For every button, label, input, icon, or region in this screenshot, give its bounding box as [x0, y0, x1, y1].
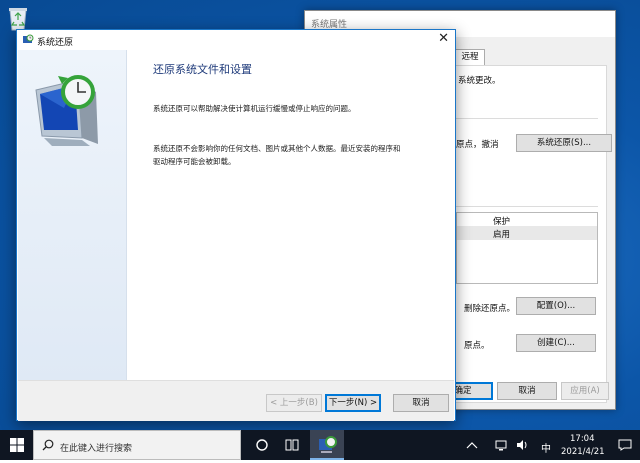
undo-text: 原点，撤消 — [456, 140, 499, 150]
list-header: 保护 — [457, 213, 597, 227]
cancel-button[interactable]: 取消 — [497, 382, 557, 400]
recycle-bin-icon[interactable] — [4, 2, 32, 32]
cancel-button[interactable]: 取消 — [393, 394, 449, 412]
notice-text-line1: 系统还原不会影响你的任何文档、图片或其他个人数据。最近安装的程序和 — [153, 144, 401, 153]
system-restore-app-icon — [319, 436, 337, 453]
protection-list[interactable]: 保护 启用 — [456, 212, 598, 284]
ime-indicator[interactable]: 中 — [541, 440, 551, 455]
back-button[interactable]: < 上一步(B) — [266, 394, 322, 412]
clock-time[interactable]: 17:04 — [570, 434, 595, 444]
circle-icon — [256, 439, 268, 451]
list-row[interactable]: 启用 — [457, 226, 597, 240]
description-text: 系统还原可以帮助解决使计算机运行缓慢或停止响应的问题。 — [153, 104, 356, 113]
clock-date[interactable]: 2021/4/21 — [561, 447, 605, 457]
task-view-button[interactable] — [278, 430, 306, 460]
close-icon[interactable]: ✕ — [438, 31, 449, 46]
system-restore-button[interactable]: 系统还原(S)... — [516, 134, 612, 152]
title-bar[interactable]: 系统还原 ✕ — [17, 30, 455, 50]
page-title: 还原系统文件和设置 — [153, 63, 252, 76]
protection-status: 启用 — [493, 230, 511, 240]
search-placeholder: 在此键入进行搜索 — [60, 444, 133, 454]
create-button[interactable]: 创建(C)... — [516, 334, 596, 352]
task-view-icon — [285, 439, 299, 451]
next-button[interactable]: 下一步(N) > — [325, 394, 381, 412]
window-title: 系统还原 — [37, 38, 74, 48]
configure-button[interactable]: 配置(O)... — [516, 297, 596, 315]
notice-text-line2: 驱动程序可能会被卸载。 — [153, 157, 236, 166]
wizard-sidebar — [18, 50, 127, 380]
network-icon[interactable] — [494, 438, 508, 452]
computer-restore-illustration — [35, 75, 98, 146]
taskbar-search-box[interactable]: 在此键入进行搜索 — [33, 430, 241, 460]
windows-start-icon[interactable] — [10, 438, 24, 452]
notification-icon[interactable] — [618, 439, 632, 451]
create-text: 原点。 — [464, 341, 490, 351]
wizard-content: 还原系统文件和设置 系统还原可以帮助解决使计算机运行缓慢或停止响应的问题。 系统… — [127, 50, 455, 380]
taskbar: 在此键入进行搜索 中 17:04 2021/4/21 — [0, 430, 640, 460]
chevron-up-icon[interactable] — [466, 440, 478, 450]
search-icon — [42, 439, 54, 451]
tab-label: 远程 — [461, 52, 479, 62]
apply-button[interactable]: 应用(A) — [561, 382, 609, 400]
system-restore-icon — [23, 34, 34, 43]
wizard-footer: < 上一步(B) 下一步(N) > 取消 — [18, 380, 454, 421]
delete-text: 删除还原点。 — [464, 304, 516, 314]
task-view-cortana-button[interactable] — [248, 430, 276, 460]
taskbar-app-system-restore[interactable] — [310, 430, 344, 460]
changes-text: 系统更改。 — [458, 76, 501, 86]
volume-icon[interactable] — [515, 438, 529, 452]
system-restore-window[interactable]: 系统还原 ✕ 还原系统文件和设置 系统还原可以帮助解决使计算机运行缓慢或停止响应… — [16, 29, 456, 421]
tab-system-protection[interactable]: 远程 — [455, 49, 485, 65]
